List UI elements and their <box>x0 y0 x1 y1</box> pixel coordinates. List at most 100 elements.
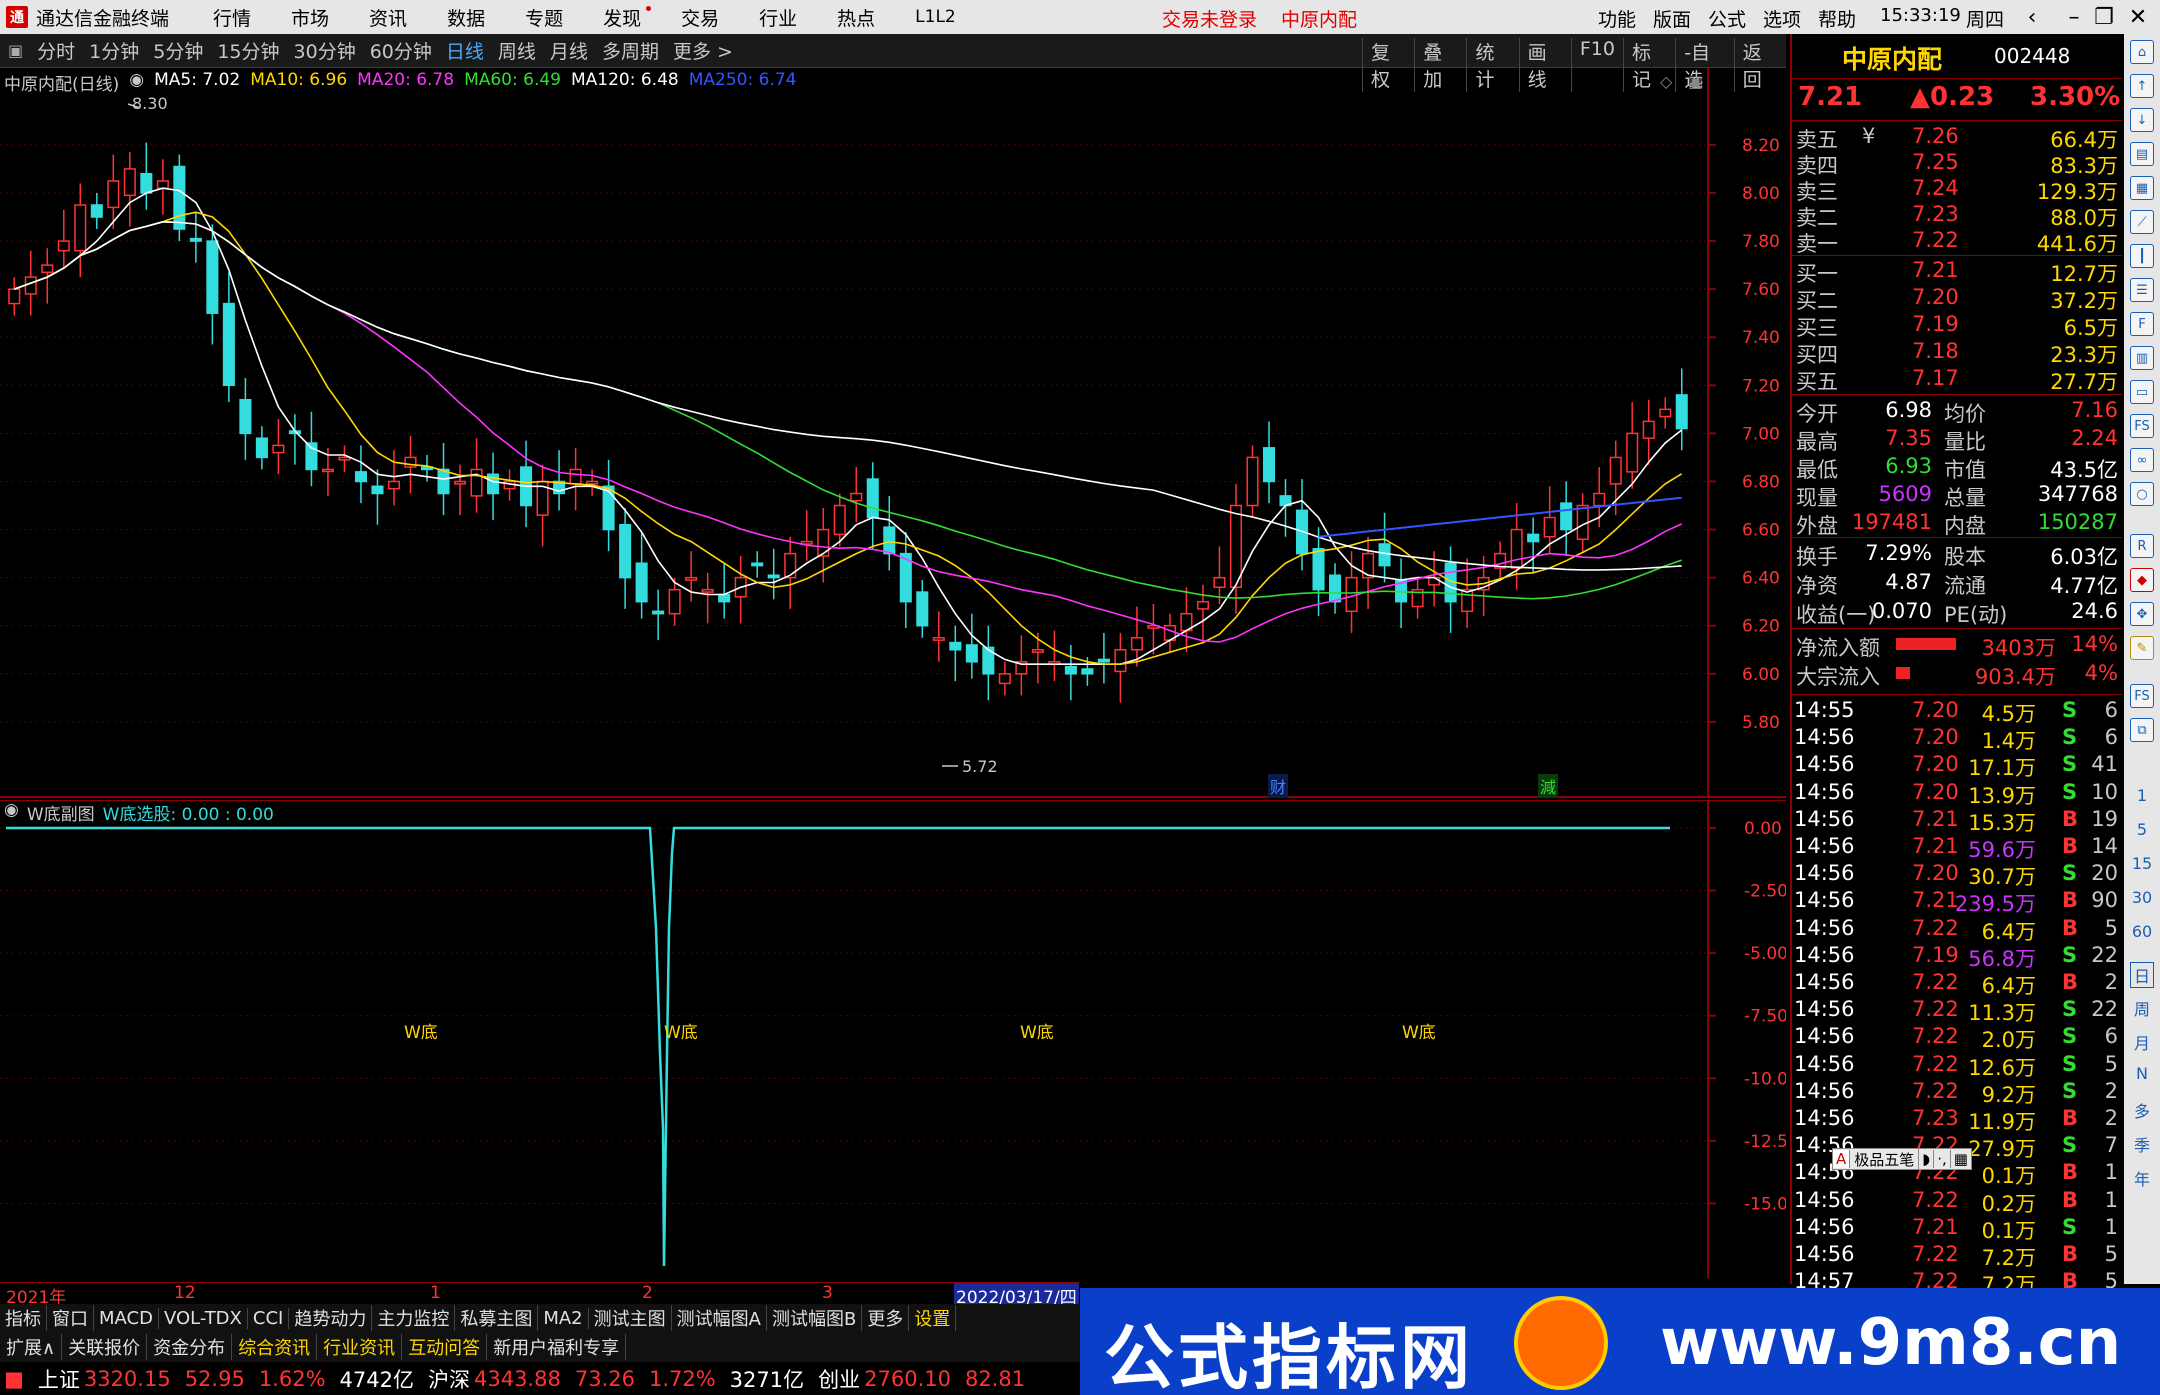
list-icon[interactable]: ☰ <box>2130 278 2154 302</box>
candle-body[interactable] <box>437 468 450 495</box>
tick-row[interactable]: 14:56 7.20 1.4万 S 6 <box>1792 725 2122 753</box>
tick-row[interactable]: 14:56 7.21 0.1万 S 1 <box>1792 1215 2122 1243</box>
candle-body[interactable] <box>123 168 136 197</box>
w-bottom-subchart[interactable]: 0.00 -2.50 -5.00 -7.50 -10.00 -12.50 -15.00 ◉ … <box>0 800 1786 1278</box>
f10-icon[interactable]: F <box>2130 312 2154 336</box>
candle-body[interactable] <box>932 636 945 641</box>
candle-body[interactable] <box>1262 447 1276 483</box>
extension-tab[interactable]: 互动问答 <box>402 1334 488 1360</box>
candle-body[interactable] <box>239 398 252 435</box>
candle-body[interactable] <box>272 444 285 454</box>
window-icon[interactable]: ▭ <box>2130 380 2154 404</box>
candle-body[interactable] <box>1196 600 1209 610</box>
tick-row[interactable]: 14:56 7.22 2.0万 S 6 <box>1792 1024 2122 1052</box>
candle-body[interactable] <box>635 562 648 603</box>
candle-body[interactable] <box>883 526 896 555</box>
tick-row[interactable]: 14:56 7.22 9.2万 S 2 <box>1792 1079 2122 1107</box>
tick-row[interactable]: 14:56 7.21 239.5万 B 90 <box>1792 888 2122 916</box>
menu-item-hot[interactable]: 热点 <box>837 4 875 31</box>
candle-body[interactable] <box>998 673 1011 685</box>
indicator-tab[interactable]: VOL-TDX <box>159 1307 248 1329</box>
period-shortcut[interactable]: 30 <box>2130 888 2154 907</box>
period-tab-daily[interactable]: 日线 <box>446 37 484 64</box>
extension-tab[interactable]: 综合资讯 <box>232 1334 318 1360</box>
period-tab-multi[interactable]: 多周期 <box>602 37 659 64</box>
period-tab-monthly[interactable]: 月线 <box>550 37 588 64</box>
candle-body[interactable] <box>24 276 37 295</box>
period-tab-30min[interactable]: 30分钟 <box>294 37 356 64</box>
candle-body[interactable] <box>619 524 632 579</box>
candle-body[interactable] <box>1081 668 1094 675</box>
tick-row[interactable]: 14:56 7.20 13.9万 S 10 <box>1792 780 2122 808</box>
tick-row[interactable]: 14:56 7.20 30.7万 S 20 <box>1792 861 2122 889</box>
menu-item-data[interactable]: 数据 <box>447 4 485 31</box>
indicator-tab[interactable]: 测试幅图A <box>672 1305 767 1331</box>
indicator-tab[interactable]: MACD <box>94 1307 159 1329</box>
w-bottom-subchart-svg[interactable]: 0.00 -2.50 -5.00 -7.50 -10.00 -12.50 -15.00 <box>0 800 1786 1278</box>
candle-body[interactable] <box>1097 658 1110 663</box>
candle-body[interactable] <box>8 288 21 305</box>
menu-layout[interactable]: 版面 <box>1653 5 1691 32</box>
period-tab-15min[interactable]: 15分钟 <box>217 37 279 64</box>
candle-body[interactable] <box>701 588 714 593</box>
candle-body[interactable] <box>1213 576 1226 589</box>
index-ticker-bar[interactable]: ■ 上证 3320.15 52.95 1.62% 4742亿 沪深 4343.8… <box>0 1362 1080 1395</box>
indicator-tab[interactable]: 私募主图 <box>455 1305 539 1331</box>
menu-item-market[interactable]: 市场 <box>291 4 329 31</box>
candle-body[interactable] <box>371 485 384 495</box>
candle-body[interactable] <box>74 204 87 252</box>
candle-body[interactable] <box>173 165 186 230</box>
candle-body[interactable] <box>1510 528 1523 569</box>
period-tab-weekly[interactable]: 周线 <box>498 37 536 64</box>
ask-row[interactable]: 卖四 7.25 83.3万 <box>1792 150 2122 178</box>
candle-body[interactable] <box>57 240 70 252</box>
candlestick-chart-svg[interactable]: 8.20 8.00 7.80 7.60 7.40 7.20 7.00 6.80 6.60 6.40… <box>0 68 1786 798</box>
candle-body[interactable] <box>470 468 483 497</box>
extension-tab[interactable]: 新用户福利专享 <box>487 1334 627 1360</box>
indicator-tab[interactable]: 测试主图 <box>589 1305 672 1331</box>
ime-punct-icon[interactable]: ·, <box>1934 1150 1951 1168</box>
candle-body[interactable] <box>850 492 863 502</box>
candle-body[interactable] <box>767 574 780 579</box>
menu-item-industry[interactable]: 行业 <box>759 4 797 31</box>
candle-body[interactable] <box>817 528 830 557</box>
indicator-tab[interactable]: 设置 <box>909 1305 957 1331</box>
candle-body[interactable] <box>751 562 764 567</box>
candle-body[interactable] <box>1031 649 1044 653</box>
circle-icon[interactable]: ○ <box>2130 482 2154 506</box>
candle-body[interactable] <box>1378 543 1391 567</box>
minimize-icon[interactable]: – <box>2060 3 2088 31</box>
ask-row[interactable]: 卖一 7.22 441.6万 <box>1792 228 2122 256</box>
diamond-icon[interactable]: ◇ <box>1660 72 1672 91</box>
bid-row[interactable]: 买二 7.20 37.2万 <box>1792 285 2122 313</box>
candle-body[interactable] <box>1312 548 1325 591</box>
candle-body[interactable] <box>1527 533 1540 543</box>
ime-toolbar[interactable]: A 极品五笔 ◗ ·, ▦ <box>1832 1148 1972 1170</box>
candle-body[interactable] <box>718 593 731 603</box>
menu-item-discover[interactable]: 发现 <box>603 4 652 31</box>
extension-tab[interactable]: 关联报价 <box>62 1334 148 1360</box>
candle-body[interactable] <box>685 576 698 581</box>
bid-row[interactable]: 买一 7.21 12.7万 <box>1792 258 2122 286</box>
ask-row[interactable]: 卖五 ¥7.26 66.4万 <box>1792 124 2122 152</box>
candle-body[interactable] <box>866 478 879 519</box>
candle-body[interactable] <box>1560 502 1573 531</box>
indicator-tab[interactable]: 更多 <box>862 1305 910 1331</box>
menu-item-trade[interactable]: 交易 <box>681 4 719 31</box>
candle-body[interactable] <box>965 644 978 663</box>
menu-formula[interactable]: 公式 <box>1708 5 1746 32</box>
ime-mode-icon[interactable]: A <box>1833 1150 1851 1168</box>
period-shortcut[interactable]: 1 <box>2130 786 2154 805</box>
menu-item-topics[interactable]: 专题 <box>525 4 563 31</box>
indicator-tab[interactable]: MA2 <box>538 1307 589 1329</box>
close-icon[interactable]: ✕ <box>2124 3 2152 31</box>
period-tab-5min[interactable]: 5分钟 <box>153 37 203 64</box>
tick-row[interactable]: 14:56 7.22 11.3万 S 22 <box>1792 997 2122 1025</box>
grid-icon[interactable]: ▥ <box>2130 346 2154 370</box>
tick-row[interactable]: 14:56 7.21 59.6万 B 14 <box>1792 834 2122 862</box>
period-shortcut-day[interactable]: 日 <box>2130 962 2154 988</box>
candlestick-chart[interactable]: 8.20 8.00 7.80 7.60 7.40 7.20 7.00 6.80 6.60 6.40… <box>0 68 1786 798</box>
indicator-tab[interactable]: 主力监控 <box>372 1305 456 1331</box>
extension-tab[interactable]: 扩展∧ <box>0 1334 63 1360</box>
period-shortcut[interactable]: 60 <box>2130 922 2154 941</box>
